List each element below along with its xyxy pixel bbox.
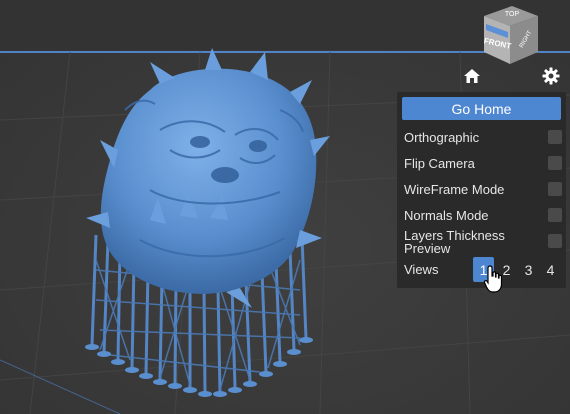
option-label: WireFrame Mode [404, 182, 505, 197]
option-orthographic[interactable]: Orthographic [404, 127, 563, 149]
option-normals-mode[interactable]: Normals Mode [404, 205, 563, 227]
option-flip-camera[interactable]: Flip Camera [404, 153, 563, 175]
orthographic-checkbox[interactable] [548, 130, 562, 144]
layers-thickness-preview-checkbox[interactable] [548, 234, 562, 248]
settings-button[interactable] [540, 65, 562, 87]
view-button-4[interactable]: 4 [540, 257, 561, 282]
view-settings-panel: Go Home Orthographic Flip Camera WireFra… [397, 92, 566, 288]
flip-camera-checkbox[interactable] [548, 156, 562, 170]
home-icon [464, 69, 480, 83]
view-button-3[interactable]: 3 [518, 257, 539, 282]
navigation-cube[interactable]: TOP FRONT RIGHT [472, 2, 548, 78]
views-label: Views [404, 262, 439, 277]
home-button[interactable] [461, 65, 483, 87]
option-label: Orthographic [404, 130, 480, 145]
option-label: Layers Thickness Preview [404, 228, 505, 256]
navcube-top-label: TOP [505, 11, 520, 18]
option-label: Flip Camera [404, 156, 475, 171]
gear-icon [542, 67, 560, 85]
option-label: Normals Mode [404, 208, 489, 223]
wireframe-mode-checkbox[interactable] [548, 182, 562, 196]
normals-mode-checkbox[interactable] [548, 208, 562, 222]
hand-cursor-icon [483, 265, 503, 293]
option-wireframe-mode[interactable]: WireFrame Mode [404, 179, 563, 201]
go-home-button[interactable]: Go Home [402, 97, 561, 120]
option-layers-thickness-preview[interactable]: Layers Thickness Preview [404, 228, 563, 256]
